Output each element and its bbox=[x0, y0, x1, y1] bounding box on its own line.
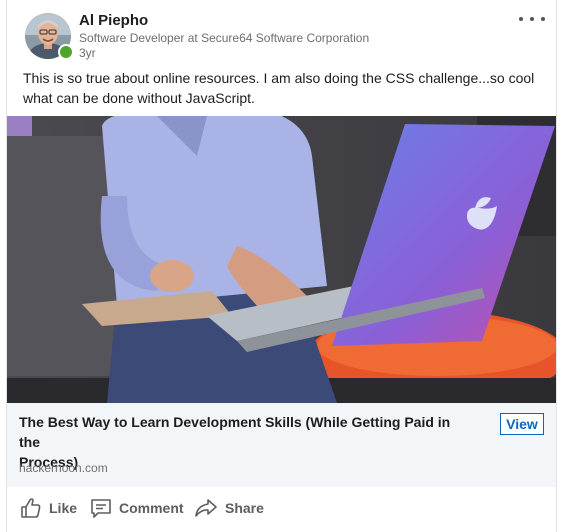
post-text: This is so true about online resources. … bbox=[23, 70, 535, 106]
more-options-icon[interactable] bbox=[519, 12, 545, 26]
article-photo bbox=[7, 116, 556, 403]
comment-label: Comment bbox=[119, 500, 184, 516]
author-name[interactable]: Al Piepho bbox=[79, 12, 148, 29]
share-button[interactable]: Share bbox=[193, 496, 264, 520]
more-dot bbox=[541, 17, 545, 21]
more-dot bbox=[519, 17, 523, 21]
feed-post-card: Al Piepho Software Developer at Secure64… bbox=[6, 0, 557, 532]
link-preview[interactable]: The Best Way to Learn Development Skills… bbox=[7, 403, 556, 487]
post-timestamp: 3yr bbox=[79, 46, 96, 60]
post-image[interactable] bbox=[7, 116, 556, 403]
post-header: Al Piepho Software Developer at Secure64… bbox=[7, 0, 556, 66]
like-button[interactable]: Like bbox=[19, 496, 77, 520]
like-label: Like bbox=[49, 500, 78, 516]
thumbs-up-icon bbox=[21, 498, 41, 518]
social-actions-bar: Like Comment Share bbox=[7, 488, 556, 528]
comment-icon bbox=[91, 499, 111, 518]
online-status-indicator bbox=[58, 44, 74, 60]
share-label: Share bbox=[225, 500, 264, 516]
link-source: hackernoon.com bbox=[19, 461, 108, 475]
share-arrow-icon bbox=[195, 499, 217, 517]
more-dot bbox=[530, 17, 534, 21]
view-button[interactable]: View bbox=[500, 413, 544, 435]
comment-button[interactable]: Comment bbox=[89, 496, 184, 520]
author-headline: Software Developer at Secure64 Software … bbox=[79, 31, 370, 45]
